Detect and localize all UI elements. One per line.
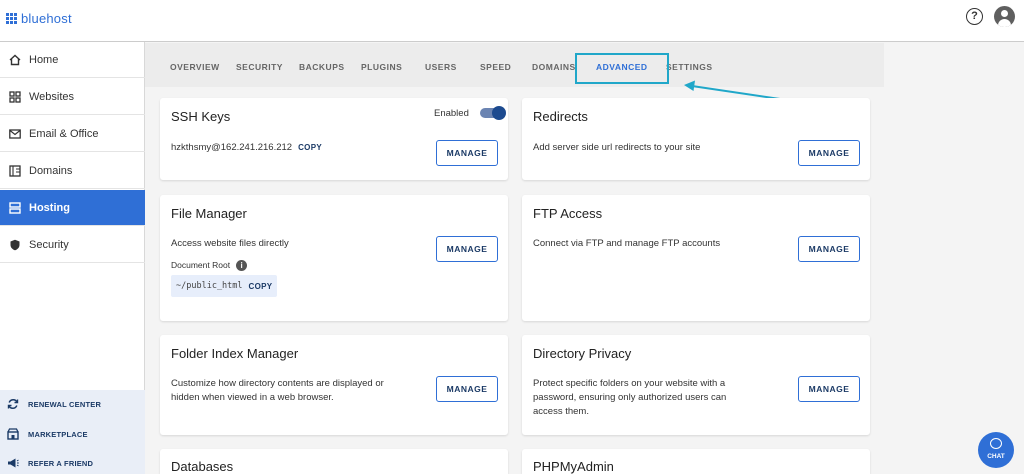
mail-icon bbox=[8, 127, 21, 140]
card-title: Directory Privacy bbox=[533, 346, 632, 361]
card-title: FTP Access bbox=[533, 206, 603, 221]
hosting-icon bbox=[8, 201, 21, 214]
shield-icon bbox=[8, 238, 21, 251]
home-icon bbox=[8, 53, 21, 66]
card-title: Redirects bbox=[533, 109, 588, 124]
ssh-enabled-toggle[interactable] bbox=[480, 106, 506, 120]
sidebar-item-security[interactable]: Security bbox=[0, 227, 145, 263]
domains-icon bbox=[8, 164, 21, 177]
info-icon[interactable]: i bbox=[236, 260, 248, 272]
card-title: Folder Index Manager bbox=[171, 346, 299, 361]
redirects-card: Redirects Add server side url redirects … bbox=[522, 98, 870, 180]
document-root-path: ~/public_html COPY bbox=[171, 275, 278, 297]
megaphone-icon bbox=[7, 457, 19, 469]
manage-directory-privacy-button[interactable]: MANAGE bbox=[798, 376, 860, 402]
refer-a-friend-label: REFER A FRIEND bbox=[28, 458, 94, 468]
card-title: Databases bbox=[171, 459, 234, 474]
renew-icon bbox=[7, 398, 19, 410]
sidebar-item-label: Hosting bbox=[29, 201, 70, 214]
tab-users[interactable]: USERS bbox=[425, 62, 457, 72]
renewal-center-link[interactable]: RENEWAL CENTER bbox=[0, 390, 145, 418]
path-value: ~/public_html bbox=[176, 281, 243, 291]
document-root-label: Document Root bbox=[171, 260, 231, 270]
card-description-line-1: Protect specific folders on your website… bbox=[533, 378, 726, 389]
ssh-host-value: hzkthsmy@162.241.216.212 bbox=[171, 142, 293, 153]
bluehost-logo[interactable]: bluehost bbox=[6, 11, 72, 26]
databases-card: Databases bbox=[160, 449, 508, 474]
card-title: File Manager bbox=[171, 206, 247, 221]
sidebar-item-label: Security bbox=[29, 238, 69, 251]
chat-label: CHAT bbox=[987, 453, 1005, 460]
card-description-line-2: password, ensuring only authorized users… bbox=[533, 392, 727, 403]
chat-bubble-icon bbox=[990, 438, 1002, 449]
sidebar-item-label: Websites bbox=[29, 90, 75, 103]
sidebar-bottom-links: RENEWAL CENTER MARKETPLACE REFER A FRIEN… bbox=[0, 390, 145, 474]
tab-overview[interactable]: OVERVIEW bbox=[170, 62, 220, 72]
marketplace-link[interactable]: MARKETPLACE bbox=[0, 420, 145, 448]
tab-settings[interactable]: SETTINGS bbox=[666, 62, 713, 72]
toggle-label: Enabled bbox=[434, 108, 469, 119]
logo-text: bluehost bbox=[21, 11, 72, 26]
card-title: PHPMyAdmin bbox=[533, 459, 614, 474]
annotation-highlight-box bbox=[575, 53, 669, 84]
card-title: SSH Keys bbox=[171, 109, 231, 124]
tab-speed[interactable]: SPEED bbox=[480, 62, 511, 72]
ftp-access-card: FTP Access Connect via FTP and manage FT… bbox=[522, 195, 870, 321]
sidebar-item-label: Domains bbox=[29, 164, 73, 177]
sidebar-item-hosting[interactable]: Hosting bbox=[0, 190, 145, 226]
top-header: bluehost ? bbox=[0, 0, 1024, 42]
folder-index-card: Folder Index Manager Customize how direc… bbox=[160, 335, 508, 435]
copy-host-button[interactable]: COPY bbox=[298, 143, 322, 152]
manage-redirects-button[interactable]: MANAGE bbox=[798, 140, 860, 166]
logo-grid-icon bbox=[6, 13, 17, 24]
phpmyadmin-card: PHPMyAdmin bbox=[522, 449, 870, 474]
sidebar-item-email[interactable]: Email & Office bbox=[0, 116, 145, 152]
marketplace-icon bbox=[7, 428, 19, 440]
card-description: Access website files directly bbox=[171, 238, 289, 249]
sidebar-item-label: Email & Office bbox=[29, 127, 99, 140]
card-description: Connect via FTP and manage FTP accounts bbox=[533, 238, 721, 249]
user-avatar-icon[interactable] bbox=[994, 6, 1015, 27]
sidebar-item-label: Home bbox=[29, 53, 59, 66]
chat-button[interactable]: CHAT bbox=[978, 432, 1014, 468]
websites-icon bbox=[8, 90, 21, 103]
refer-a-friend-link[interactable]: REFER A FRIEND bbox=[0, 449, 145, 474]
renewal-center-label: RENEWAL CENTER bbox=[28, 399, 102, 409]
document-root-row: Document Root i bbox=[171, 258, 248, 272]
manage-file-manager-button[interactable]: MANAGE bbox=[436, 236, 498, 262]
sidebar-item-websites[interactable]: Websites bbox=[0, 79, 145, 115]
ssh-host: hzkthsmy@162.241.216.212 COPY bbox=[171, 141, 322, 155]
sidebar-item-home[interactable]: Home bbox=[0, 42, 145, 78]
sidebar: Home Websites Email & Office Domains Hos… bbox=[0, 42, 145, 474]
tab-backups[interactable]: BACKUPS bbox=[299, 62, 345, 72]
sidebar-item-domains[interactable]: Domains bbox=[0, 153, 145, 189]
help-circle-icon[interactable]: ? bbox=[966, 8, 983, 25]
card-description-line-3: access them. bbox=[533, 406, 589, 417]
tab-plugins[interactable]: PLUGINS bbox=[361, 62, 402, 72]
manage-ssh-button[interactable]: MANAGE bbox=[436, 140, 498, 166]
card-description: Add server side url redirects to your si… bbox=[533, 142, 701, 153]
tab-security[interactable]: SECURITY bbox=[236, 62, 283, 72]
ssh-keys-card: SSH Keys Enabled hzkthsmy@162.241.216.21… bbox=[160, 98, 508, 180]
manage-folder-index-button[interactable]: MANAGE bbox=[436, 376, 498, 402]
copy-path-button[interactable]: COPY bbox=[249, 282, 273, 291]
directory-privacy-card: Directory Privacy Protect specific folde… bbox=[522, 335, 870, 435]
file-manager-card: File Manager Access website files direct… bbox=[160, 195, 508, 321]
marketplace-label: MARKETPLACE bbox=[28, 429, 88, 439]
card-description-line-2: hidden when viewed in a web browser. bbox=[171, 392, 334, 403]
card-description-line-1: Customize how directory contents are dis… bbox=[171, 378, 384, 389]
tab-domains[interactable]: DOMAINS bbox=[532, 62, 576, 72]
manage-ftp-button[interactable]: MANAGE bbox=[798, 236, 860, 262]
